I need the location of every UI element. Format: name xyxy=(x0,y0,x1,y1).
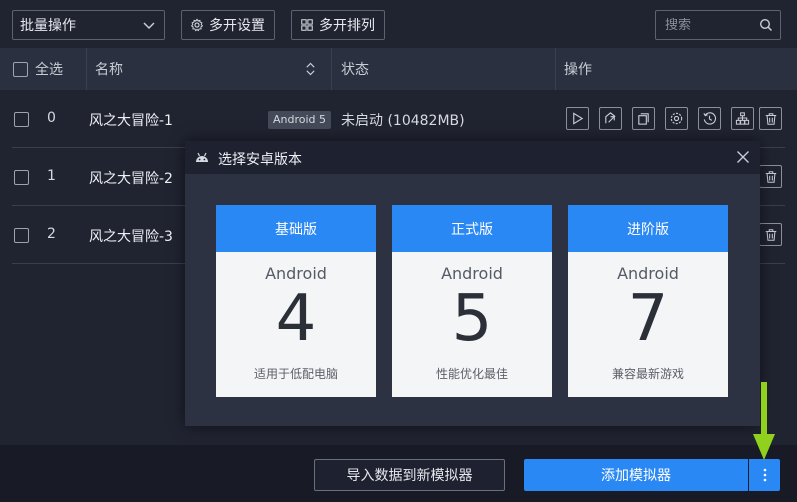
grid-arrange-icon xyxy=(301,19,313,31)
add-emulator-button[interactable]: 添加模拟器 xyxy=(524,459,748,491)
search-input[interactable] xyxy=(665,17,755,33)
card-os: Android xyxy=(265,264,327,283)
multi-arrange-label: 多开排列 xyxy=(319,18,375,34)
column-divider xyxy=(555,48,556,90)
batch-operation-select[interactable]: 批量操作 xyxy=(12,10,165,40)
row-checkbox[interactable] xyxy=(14,170,29,185)
table-row[interactable]: 0 风之大冒险-1 Android 5 未启动 (10482MB) xyxy=(0,90,797,148)
android-version-dialog: 选择安卓版本 基础版 Android 4 适用于低配电脑 正式版 Android… xyxy=(185,141,760,426)
version-card-android-5[interactable]: 正式版 Android 5 性能优化最佳 xyxy=(392,205,552,397)
card-header: 基础版 xyxy=(216,205,376,252)
pointer-arrow-icon xyxy=(753,382,775,460)
multi-settings-button[interactable]: 多开设置 xyxy=(181,10,275,40)
delete-button[interactable] xyxy=(759,223,782,246)
row-index: 2 xyxy=(47,226,56,242)
gear-icon xyxy=(670,112,683,125)
footer-bar: 导入数据到新模拟器 添加模拟器 xyxy=(0,445,797,502)
desktop-shortcut-button[interactable] xyxy=(731,107,754,130)
copy-icon xyxy=(638,113,649,125)
gear-icon xyxy=(190,18,204,32)
toolbar: 批量操作 多开设置 多开排列 xyxy=(0,0,797,48)
row-checkbox[interactable] xyxy=(14,228,29,243)
row-index: 0 xyxy=(47,110,56,126)
card-header: 进阶版 xyxy=(568,205,728,252)
delete-button[interactable] xyxy=(759,165,782,188)
android-icon xyxy=(196,152,208,162)
multi-arrange-button[interactable]: 多开排列 xyxy=(291,10,385,40)
card-version-number: 4 xyxy=(275,282,317,356)
card-description: 兼容最新游戏 xyxy=(611,367,684,381)
version-badge: Android 5 xyxy=(268,111,332,129)
dialog-header: 选择安卓版本 xyxy=(185,141,760,174)
trash-icon xyxy=(765,170,776,183)
column-divider xyxy=(86,48,87,90)
multi-settings-label: 多开设置 xyxy=(209,18,265,34)
sort-icon[interactable] xyxy=(305,61,316,77)
row-checkbox[interactable] xyxy=(14,112,29,127)
settings-button[interactable] xyxy=(665,107,688,130)
batch-operation-label: 批量操作 xyxy=(20,18,76,34)
search-box xyxy=(655,10,781,40)
more-options-button[interactable] xyxy=(749,459,780,491)
card-os: Android xyxy=(441,264,503,283)
version-card-android-4[interactable]: 基础版 Android 4 适用于低配电脑 xyxy=(216,205,376,397)
select-all-label: 全选 xyxy=(35,62,63,78)
row-index: 1 xyxy=(47,168,56,184)
card-description: 适用于低配电脑 xyxy=(253,367,338,381)
row-name: 风之大冒险-1 xyxy=(89,113,173,129)
chevron-down-icon xyxy=(143,22,155,30)
more-vertical-icon xyxy=(763,468,766,482)
start-button[interactable] xyxy=(566,107,589,130)
close-icon[interactable] xyxy=(736,150,750,164)
card-header: 正式版 xyxy=(392,205,552,252)
row-name: 风之大冒险-2 xyxy=(89,171,173,187)
sitemap-icon xyxy=(735,112,750,125)
name-column-header[interactable]: 名称 xyxy=(95,48,123,90)
delete-button[interactable] xyxy=(759,107,782,130)
row-status: 未启动 (10482MB) xyxy=(341,113,465,129)
card-os: Android xyxy=(617,264,679,283)
actions-column-header: 操作 xyxy=(564,62,592,78)
shortcut-icon xyxy=(605,112,616,124)
card-description: 性能优化最佳 xyxy=(435,367,508,381)
row-name: 风之大冒险-3 xyxy=(89,229,173,245)
dialog-title: 选择安卓版本 xyxy=(218,152,302,168)
trash-icon xyxy=(765,112,776,125)
row-actions xyxy=(566,107,764,130)
play-icon xyxy=(573,112,584,125)
select-all-checkbox[interactable] xyxy=(13,61,28,77)
table-header: 全选 名称 状态 操作 xyxy=(0,48,797,90)
shortcut-button[interactable] xyxy=(599,107,622,130)
status-column-header: 状态 xyxy=(341,62,369,78)
import-data-button[interactable]: 导入数据到新模拟器 xyxy=(314,459,505,491)
version-card-android-7[interactable]: 进阶版 Android 7 兼容最新游戏 xyxy=(568,205,728,397)
backup-button[interactable] xyxy=(698,107,721,130)
trash-icon xyxy=(765,228,776,241)
history-icon xyxy=(703,112,717,125)
card-version-number: 7 xyxy=(627,282,669,356)
copy-button[interactable] xyxy=(632,107,655,130)
column-divider xyxy=(331,48,332,90)
card-version-number: 5 xyxy=(451,282,493,356)
search-icon[interactable] xyxy=(759,18,773,32)
select-all-column[interactable]: 全选 xyxy=(13,48,63,90)
